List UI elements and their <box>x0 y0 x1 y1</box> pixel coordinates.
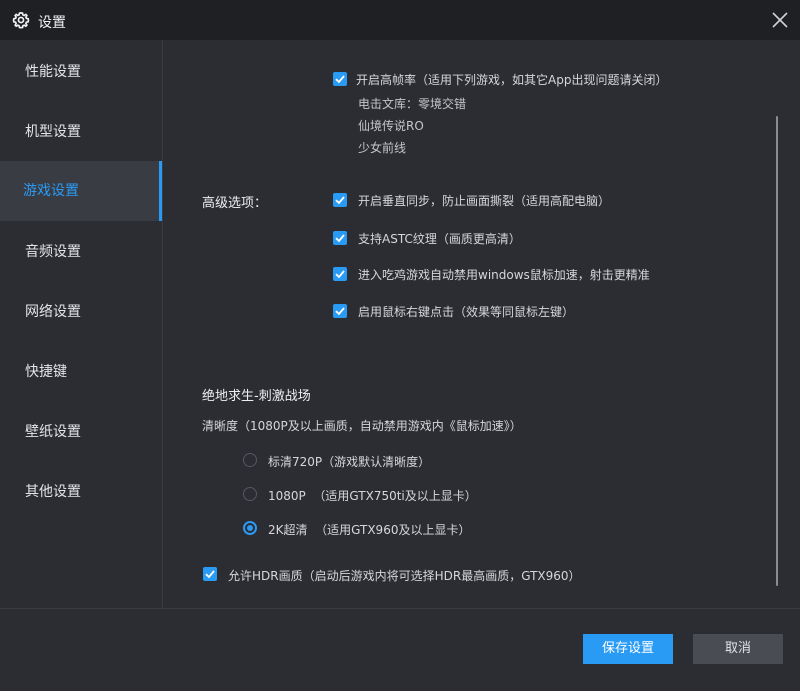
high-fps-game-3: 少女前线 <box>358 141 407 155</box>
check-icon <box>335 75 345 84</box>
mouse-accel-label: 进入吃鸡游戏自动禁用windows鼠标加速，射击更精准 <box>358 268 650 282</box>
sidebar-item-network[interactable]: 网络设置 <box>0 282 162 342</box>
sidebar-item-shortcuts[interactable]: 快捷键 <box>0 342 162 402</box>
right-click-checkbox[interactable] <box>333 304 347 318</box>
resolution-720p-label: 标清720P（游戏默认清晰度） <box>268 455 431 469</box>
astc-checkbox[interactable] <box>333 231 347 245</box>
window-title: 设置 <box>38 15 66 31</box>
resolution-1080p-label: 1080P （适用GTX750ti及以上显卡） <box>268 489 477 503</box>
sidebar: 性能设置 机型设置 游戏设置 音频设置 网络设置 快捷键 壁纸设置 其他设置 <box>0 40 163 608</box>
check-icon <box>335 196 345 205</box>
pubg-section-title: 绝地求生-刺激战场 <box>202 389 311 404</box>
resolution-label: 清晰度（1080P及以上画质，自动禁用游戏内《鼠标加速》） <box>202 419 522 433</box>
astc-label: 支持ASTC纹理（画质更高清） <box>358 232 521 246</box>
vsync-checkbox[interactable] <box>333 193 347 207</box>
resolution-720p-radio[interactable] <box>243 453 257 467</box>
sidebar-item-audio[interactable]: 音频设置 <box>0 222 162 282</box>
check-icon <box>205 570 215 579</box>
check-icon <box>335 307 345 316</box>
sidebar-item-other[interactable]: 其他设置 <box>0 462 162 522</box>
resolution-2k-radio[interactable] <box>243 521 257 535</box>
save-button[interactable]: 保存设置 <box>583 634 673 664</box>
high-fps-label: 开启高帧率（适用下列游戏，如其它App出现问题请关闭） <box>356 73 668 87</box>
footer: 保存设置 取消 <box>0 608 800 691</box>
advanced-options-title: 高级选项： <box>202 196 268 211</box>
high-fps-game-2: 仙境传说RO <box>358 119 424 133</box>
cancel-button[interactable]: 取消 <box>693 634 783 664</box>
high-fps-game-1: 电击文库：零境交错 <box>358 97 467 111</box>
resolution-2k-label: 2K超清 （适用GTX960及以上显卡） <box>268 523 471 537</box>
right-click-label: 启用鼠标右键点击（效果等同鼠标左键） <box>358 305 575 319</box>
sidebar-item-performance[interactable]: 性能设置 <box>0 42 162 102</box>
high-fps-checkbox[interactable] <box>333 72 347 86</box>
hdr-checkbox[interactable] <box>203 567 217 581</box>
vsync-label: 开启垂直同步，防止画面撕裂（适用高配电脑） <box>358 194 611 208</box>
game-settings-panel: 开启高帧率（适用下列游戏，如其它App出现问题请关闭） 电击文库：零境交错 仙境… <box>163 40 800 608</box>
sidebar-item-device-model[interactable]: 机型设置 <box>0 102 162 162</box>
sidebar-item-game[interactable]: 游戏设置 <box>0 161 162 221</box>
check-icon <box>335 270 345 279</box>
gear-icon <box>12 12 30 29</box>
title-bar: 设置 <box>0 0 800 40</box>
close-icon[interactable] <box>770 10 790 30</box>
content-scrollbar[interactable] <box>776 116 778 586</box>
resolution-1080p-radio[interactable] <box>243 487 257 501</box>
sidebar-item-wallpaper[interactable]: 壁纸设置 <box>0 402 162 462</box>
mouse-accel-checkbox[interactable] <box>333 267 347 281</box>
hdr-label: 允许HDR画质（启动后游戏内将可选择HDR最高画质，GTX960） <box>228 569 581 583</box>
check-icon <box>335 234 345 243</box>
